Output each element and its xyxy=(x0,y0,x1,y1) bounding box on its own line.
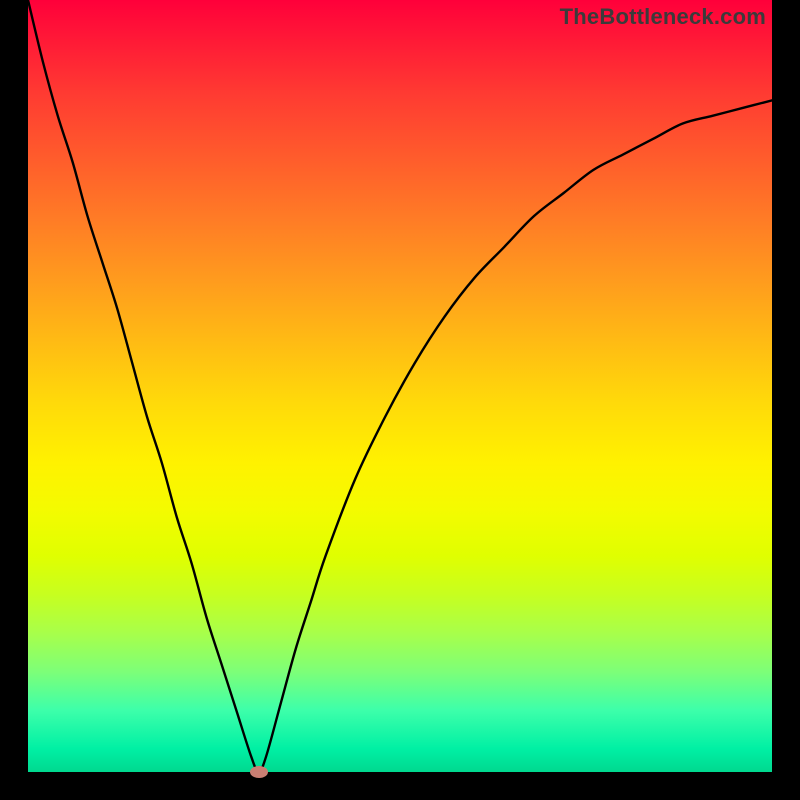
chart-frame: TheBottleneck.com xyxy=(0,0,800,800)
watermark-text: TheBottleneck.com xyxy=(560,4,766,30)
optimal-point-marker xyxy=(250,766,268,778)
bottleneck-curve xyxy=(28,0,772,772)
plot-area xyxy=(28,0,772,772)
curve-svg xyxy=(28,0,772,772)
